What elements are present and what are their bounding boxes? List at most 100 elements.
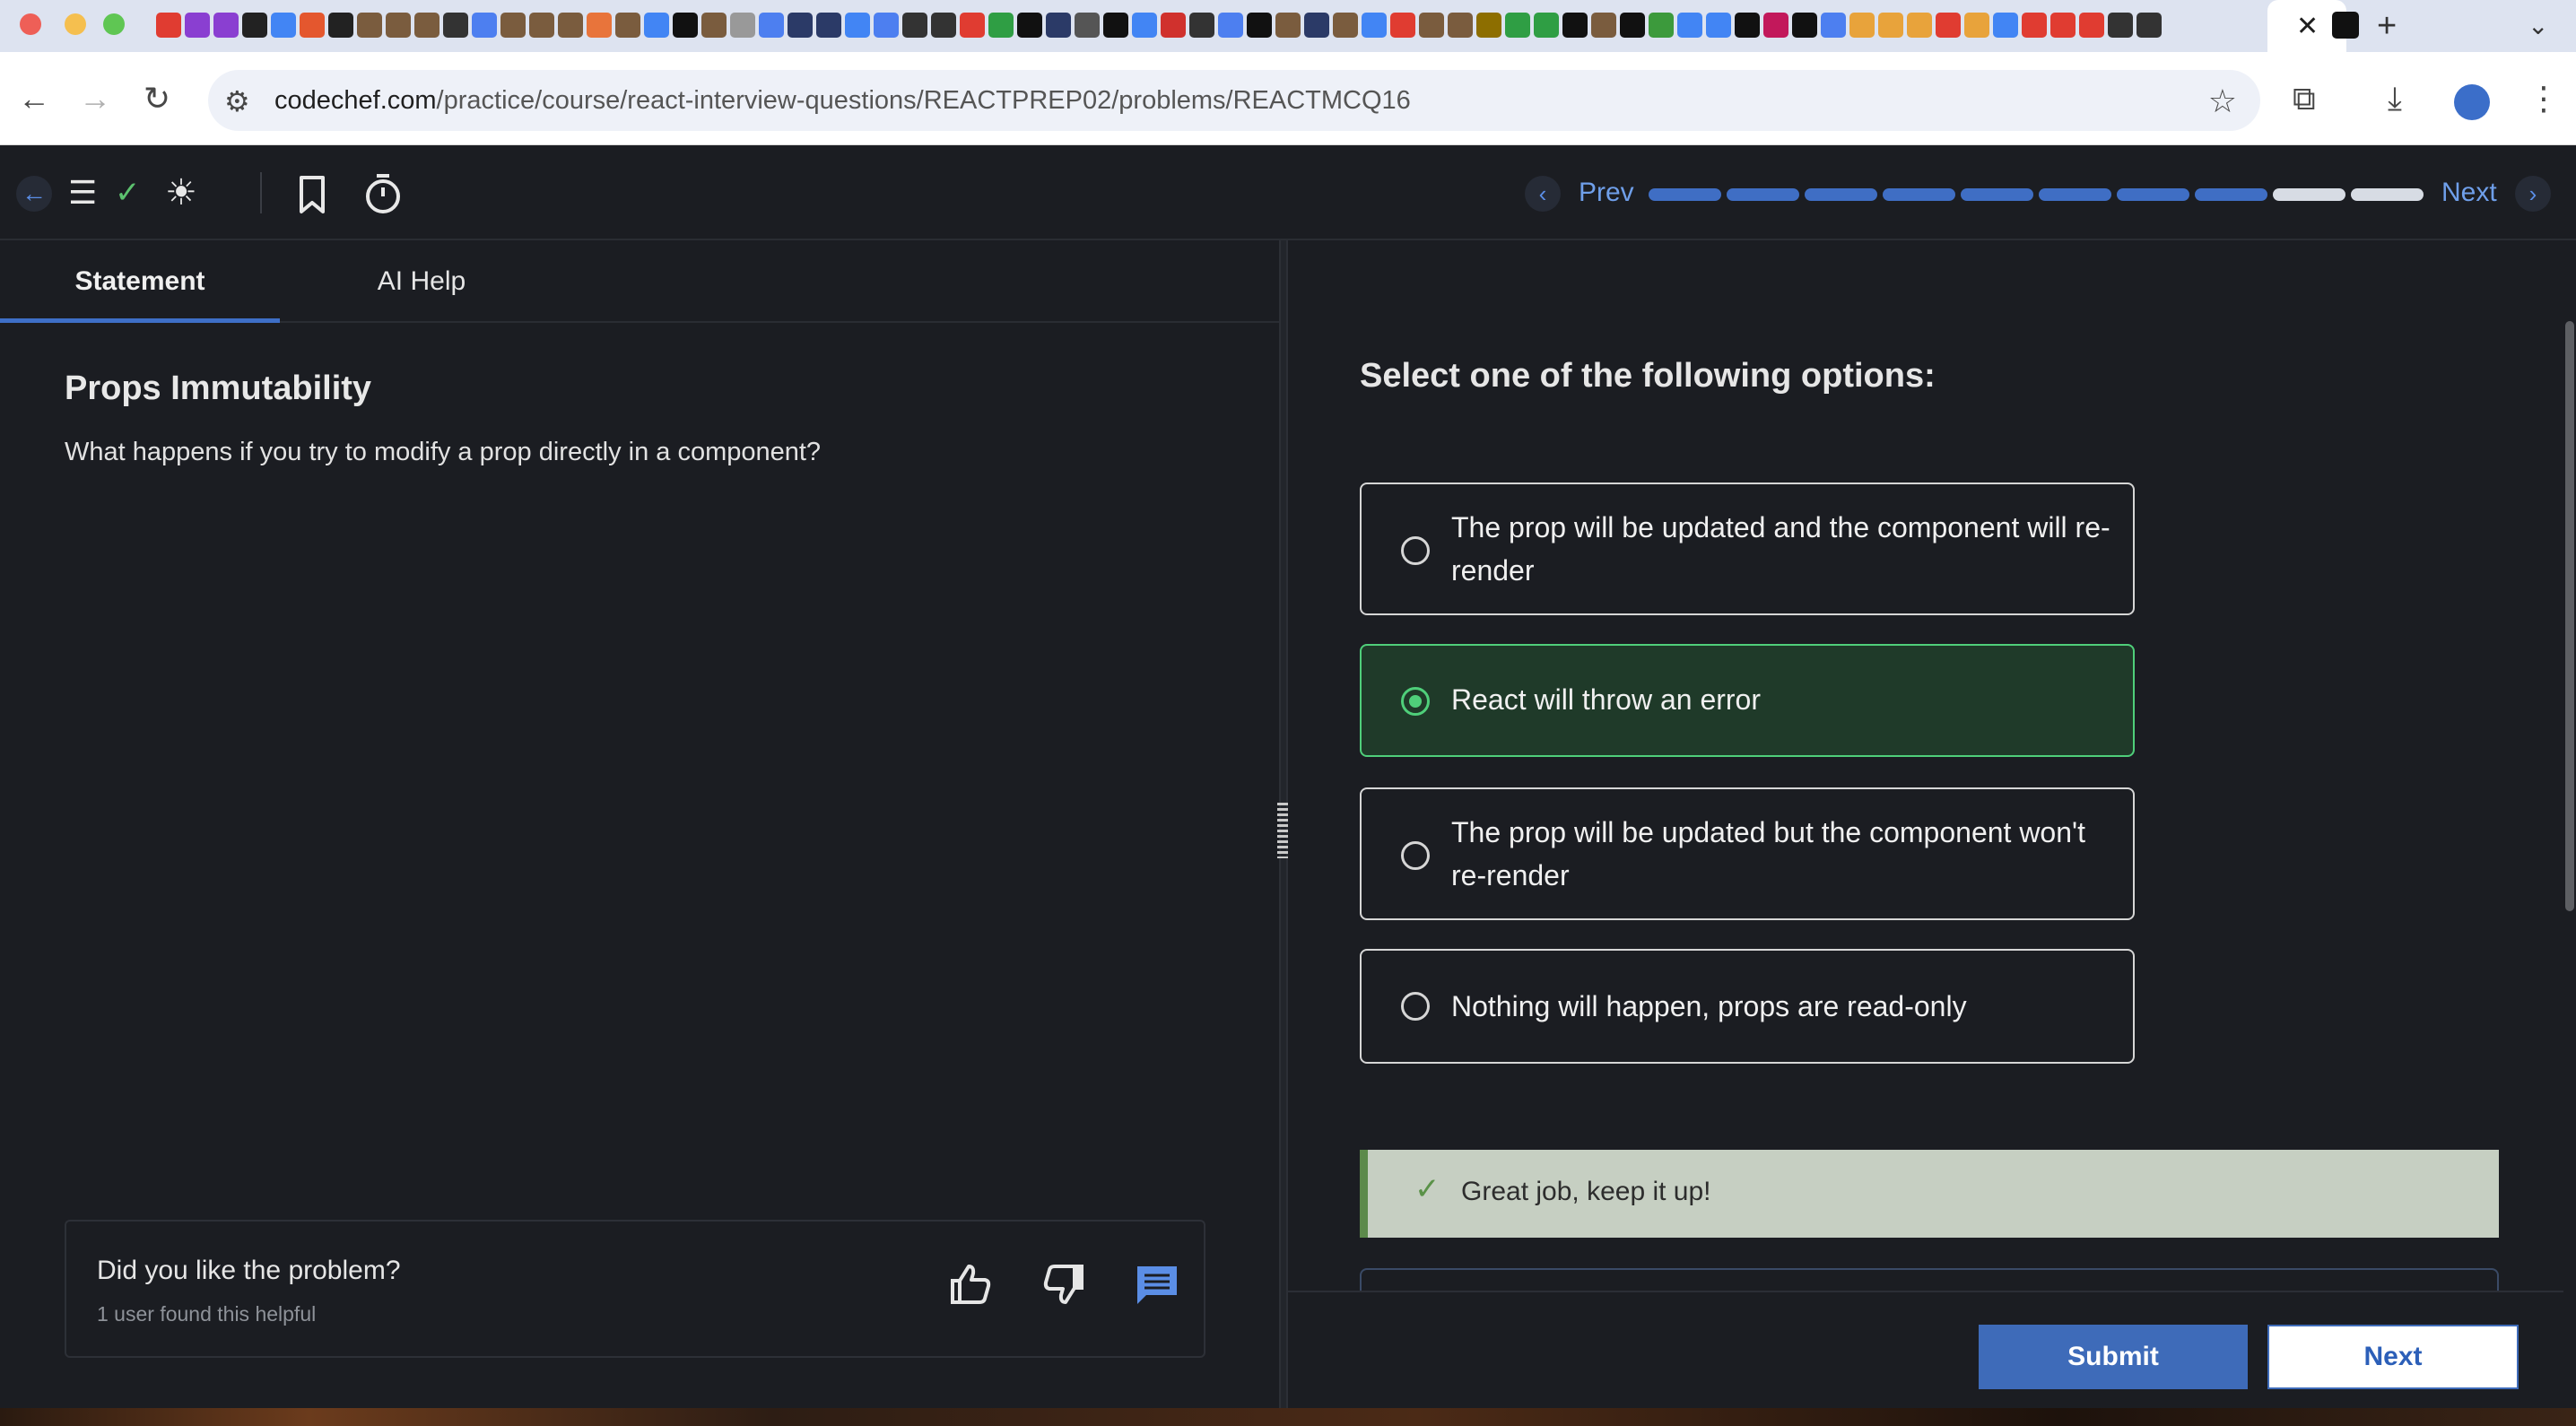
tab-favicon[interactable] bbox=[1218, 13, 1243, 38]
download-icon[interactable]: ⤓ bbox=[2388, 79, 2402, 118]
tab-favicon[interactable] bbox=[2137, 13, 2162, 38]
tab-favicon[interactable] bbox=[1390, 13, 1415, 38]
browser-menu-icon[interactable]: ⋮ bbox=[2528, 79, 2560, 118]
list-icon[interactable]: ☰ bbox=[68, 172, 97, 213]
tab-favicon[interactable] bbox=[615, 13, 640, 38]
thumbs-down-icon[interactable] bbox=[1040, 1261, 1087, 1308]
tab-favicon[interactable] bbox=[673, 13, 698, 38]
tab-favicon[interactable] bbox=[1936, 13, 1961, 38]
tab-favicon[interactable] bbox=[1075, 13, 1100, 38]
tab-favicon[interactable] bbox=[1591, 13, 1616, 38]
radio-button[interactable] bbox=[1401, 536, 1430, 565]
tab-favicon[interactable] bbox=[1534, 13, 1559, 38]
tab-favicon[interactable] bbox=[1821, 13, 1846, 38]
tab-favicon[interactable] bbox=[1562, 13, 1588, 38]
tab-favicon[interactable] bbox=[988, 13, 1014, 38]
tab-favicon[interactable] bbox=[2022, 13, 2047, 38]
tab-favicon[interactable] bbox=[1275, 13, 1301, 38]
tab-favicon[interactable] bbox=[386, 13, 411, 38]
tab-favicon[interactable] bbox=[300, 13, 325, 38]
option-2[interactable]: React will throw an error bbox=[1360, 644, 2135, 757]
tab-favicon[interactable] bbox=[644, 13, 669, 38]
scrollbar-thumb[interactable] bbox=[2565, 321, 2574, 911]
tab-favicon[interactable] bbox=[759, 13, 784, 38]
tab-favicon[interactable] bbox=[357, 13, 382, 38]
address-bar[interactable]: ⚙ codechef.com/practice/course/react-int… bbox=[208, 70, 2260, 131]
tab-favicon[interactable] bbox=[2332, 12, 2359, 39]
tab-favicon[interactable] bbox=[931, 13, 956, 38]
tab-favicon[interactable] bbox=[271, 13, 296, 38]
tab-favicon[interactable] bbox=[1993, 13, 2018, 38]
tab-favicon[interactable] bbox=[1132, 13, 1157, 38]
tab-favicon[interactable] bbox=[816, 13, 841, 38]
tab-favicon[interactable] bbox=[242, 13, 267, 38]
tab-favicon[interactable] bbox=[2079, 13, 2104, 38]
radio-button[interactable] bbox=[1401, 992, 1430, 1021]
tab-favicon[interactable] bbox=[1677, 13, 1702, 38]
tab-favicon[interactable] bbox=[1448, 13, 1473, 38]
tab-favicon[interactable] bbox=[1792, 13, 1817, 38]
tab-favicon[interactable] bbox=[788, 13, 813, 38]
next-problem-link[interactable]: Next bbox=[2441, 178, 2497, 208]
forward-icon[interactable]: → bbox=[79, 79, 111, 118]
prev-chevron-icon[interactable]: ‹ bbox=[1525, 176, 1561, 212]
thumbs-up-icon[interactable] bbox=[947, 1261, 994, 1308]
site-info-icon[interactable]: ⚙ bbox=[224, 84, 250, 118]
extensions-icon[interactable]: ⧉ bbox=[2293, 79, 2316, 118]
tab-favicon[interactable] bbox=[1103, 13, 1128, 38]
window-zoom-button[interactable] bbox=[103, 13, 125, 35]
tab-favicon[interactable] bbox=[1964, 13, 1989, 38]
tab-favicon[interactable] bbox=[529, 13, 554, 38]
tab-favicon[interactable] bbox=[558, 13, 583, 38]
tab-favicon[interactable] bbox=[1046, 13, 1071, 38]
tab-favicon[interactable] bbox=[500, 13, 526, 38]
next-chevron-icon[interactable]: › bbox=[2515, 176, 2551, 212]
tab-favicon[interactable] bbox=[1620, 13, 1645, 38]
tab-favicon[interactable] bbox=[1907, 13, 1932, 38]
tab-ai-help[interactable]: AI Help bbox=[323, 240, 520, 323]
prev-button[interactable]: Prev bbox=[1579, 178, 1634, 208]
tab-favicon[interactable] bbox=[472, 13, 497, 38]
tab-favicon[interactable] bbox=[1362, 13, 1387, 38]
new-tab-button[interactable]: + bbox=[2377, 7, 2397, 46]
tab-favicon[interactable] bbox=[1878, 13, 1903, 38]
tab-favicon[interactable] bbox=[2108, 13, 2133, 38]
tab-favicon[interactable] bbox=[874, 13, 899, 38]
tab-favicon[interactable] bbox=[1763, 13, 1788, 38]
tab-favicon[interactable] bbox=[1505, 13, 1530, 38]
radio-button[interactable] bbox=[1401, 841, 1430, 870]
tab-favicon[interactable] bbox=[1706, 13, 1731, 38]
tab-favicon[interactable] bbox=[1849, 13, 1875, 38]
tab-favicon[interactable] bbox=[1189, 13, 1214, 38]
timer-icon[interactable] bbox=[362, 172, 404, 215]
tab-favicon[interactable] bbox=[443, 13, 468, 38]
reload-icon[interactable]: ↻ bbox=[144, 79, 170, 118]
sun-icon[interactable]: ☀ bbox=[165, 172, 197, 213]
tab-favicon[interactable] bbox=[845, 13, 870, 38]
tab-favicon[interactable] bbox=[414, 13, 439, 38]
radio-button-selected[interactable] bbox=[1401, 687, 1430, 716]
option-4[interactable]: Nothing will happen, props are read-only bbox=[1360, 949, 2135, 1064]
tab-favicon[interactable] bbox=[902, 13, 927, 38]
tab-favicon[interactable] bbox=[1161, 13, 1186, 38]
close-tab-icon[interactable]: ✕ bbox=[2296, 11, 2319, 42]
back-arrow-icon[interactable]: ← bbox=[16, 176, 52, 212]
tab-favicon[interactable] bbox=[701, 13, 727, 38]
tab-favicon[interactable] bbox=[1735, 13, 1760, 38]
tab-favicon[interactable] bbox=[1304, 13, 1329, 38]
tab-statement[interactable]: Statement bbox=[0, 240, 280, 323]
window-close-button[interactable] bbox=[20, 13, 41, 35]
submit-button[interactable]: Submit bbox=[1979, 1325, 2248, 1389]
url-text[interactable]: codechef.com/practice/course/react-inter… bbox=[274, 86, 1411, 116]
tab-favicon[interactable] bbox=[2050, 13, 2076, 38]
tab-favicon[interactable] bbox=[213, 13, 239, 38]
tab-favicon[interactable] bbox=[1333, 13, 1358, 38]
tab-favicon[interactable] bbox=[1649, 13, 1674, 38]
tab-favicon[interactable] bbox=[185, 13, 210, 38]
back-icon[interactable]: ← bbox=[18, 79, 50, 118]
comment-icon[interactable] bbox=[1134, 1261, 1180, 1308]
option-3[interactable]: The prop will be updated but the compone… bbox=[1360, 787, 2135, 920]
tab-favicon[interactable] bbox=[960, 13, 985, 38]
bookmark-star-icon[interactable]: ☆ bbox=[2208, 83, 2237, 120]
tab-favicon[interactable] bbox=[156, 13, 181, 38]
